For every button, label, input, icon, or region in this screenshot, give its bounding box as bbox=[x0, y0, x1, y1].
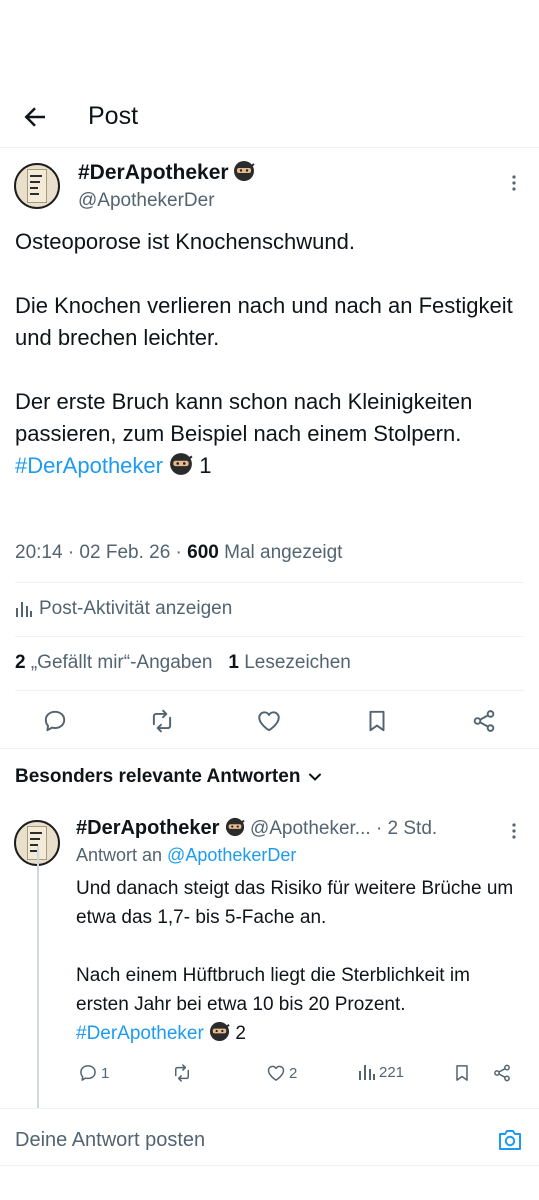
reply-reply-button[interactable]: 1 bbox=[78, 1063, 109, 1083]
reply-timestamp: · 2 Std. bbox=[375, 818, 438, 839]
bookmarks-label[interactable]: Lesezeichen bbox=[244, 652, 351, 673]
reply-bookmark-button[interactable] bbox=[452, 1063, 472, 1083]
post-hashtag-line: #DerApotheker 1 bbox=[15, 450, 520, 482]
reply-paragraph: Nach einem Hüftbruch liegt die Sterblich… bbox=[76, 965, 470, 1015]
thread-index: 2 bbox=[235, 1023, 246, 1044]
reply-hashtag-line: #DerApotheker 2 bbox=[76, 1019, 516, 1048]
likes-count[interactable]: 2 bbox=[15, 652, 26, 673]
share-icon bbox=[492, 1063, 512, 1083]
reply-more-options-icon[interactable] bbox=[511, 822, 517, 840]
thread-connector bbox=[37, 846, 39, 1108]
bookmark-icon bbox=[452, 1063, 472, 1083]
like-icon[interactable] bbox=[256, 708, 282, 734]
page-title: Post bbox=[88, 102, 139, 130]
hashtag-link[interactable]: #DerApotheker bbox=[76, 1023, 204, 1044]
like-count: 2 bbox=[289, 1064, 298, 1082]
reply-input[interactable]: Deine Antwort posten bbox=[15, 1129, 205, 1152]
reply-paragraph bbox=[76, 932, 516, 961]
top-app-bar: Post bbox=[0, 90, 539, 148]
section-title: Besonders relevante Antworten bbox=[15, 766, 301, 787]
divider bbox=[15, 636, 524, 637]
reply-composer[interactable]: Deine Antwort posten bbox=[0, 1108, 539, 1166]
reply-header: #DerApotheker @Apotheker... · 2 Std. bbox=[76, 817, 437, 840]
reply-count: 1 bbox=[101, 1064, 110, 1082]
thread-index: 1 bbox=[199, 453, 212, 478]
post-paragraph bbox=[15, 354, 520, 386]
share-icon[interactable] bbox=[471, 708, 497, 734]
view-count: 221 bbox=[379, 1063, 405, 1081]
analytics-icon bbox=[15, 600, 33, 618]
more-options-icon[interactable] bbox=[511, 174, 517, 192]
reply-icon bbox=[78, 1063, 98, 1083]
reply-sort-dropdown[interactable]: Besonders relevante Antworten bbox=[15, 766, 322, 788]
post-stats: 2 „Gefällt mir“-Angaben 1 Lesezeichen bbox=[15, 652, 351, 674]
likes-label[interactable]: „Gefällt mir“-Angaben bbox=[31, 652, 213, 673]
reply-like-button[interactable]: 2 bbox=[266, 1063, 297, 1083]
hashtag-link[interactable]: #DerApotheker bbox=[15, 453, 163, 478]
reply-repost-button[interactable] bbox=[172, 1063, 195, 1083]
reply-share-button[interactable] bbox=[492, 1063, 512, 1083]
activity-label: Post-Aktivität anzeigen bbox=[39, 598, 233, 619]
post-paragraph: Der erste Bruch kann schon nach Kleinigk… bbox=[15, 389, 473, 446]
post-body: Osteoporose ist Knochenschwund. Die Knoc… bbox=[15, 226, 520, 482]
repost-icon bbox=[172, 1063, 192, 1083]
post-paragraph bbox=[15, 258, 520, 290]
post-activity-link[interactable]: Post-Aktivität anzeigen bbox=[15, 598, 232, 620]
bookmarks-count[interactable]: 1 bbox=[228, 652, 239, 673]
author-avatar[interactable] bbox=[14, 163, 60, 209]
chevron-down-icon bbox=[308, 770, 322, 784]
ninja-emoji-icon bbox=[209, 1021, 230, 1042]
post-paragraph: Die Knochen verlieren nach und nach an F… bbox=[15, 293, 513, 350]
like-icon bbox=[266, 1063, 286, 1083]
back-arrow-icon[interactable] bbox=[20, 102, 50, 132]
reply-author-handle[interactable]: @Apotheker... bbox=[250, 818, 371, 839]
repost-icon[interactable] bbox=[149, 708, 175, 734]
ninja-emoji-icon bbox=[233, 160, 255, 182]
camera-icon[interactable] bbox=[497, 1128, 523, 1152]
author-handle[interactable]: @ApothekerDer bbox=[78, 190, 215, 212]
post-meta: 20:14 · 02 Feb. 26 · 600 Mal angezeigt bbox=[15, 542, 342, 564]
bookmark-icon[interactable] bbox=[364, 708, 390, 734]
reply-icon[interactable] bbox=[42, 708, 68, 734]
reply-author-name[interactable]: #DerApotheker bbox=[76, 817, 219, 839]
post-timestamp: 20:14 · 02 Feb. 26 · bbox=[15, 542, 188, 563]
divider bbox=[0, 748, 539, 749]
reply-body: Und danach steigt das Risiko für weitere… bbox=[76, 874, 516, 1048]
view-count: 600 bbox=[187, 542, 219, 563]
divider bbox=[15, 690, 524, 691]
author-name[interactable]: #DerApotheker bbox=[78, 160, 255, 185]
reply-to-line: Antwort an @ApothekerDer bbox=[76, 845, 297, 865]
analytics-icon bbox=[358, 1063, 376, 1081]
view-suffix: Mal angezeigt bbox=[218, 542, 343, 563]
reply-views-button[interactable]: 221 bbox=[358, 1063, 404, 1081]
divider bbox=[15, 582, 524, 583]
ninja-emoji-icon bbox=[225, 817, 245, 837]
reply-paragraph: Und danach steigt das Risiko für weitere… bbox=[76, 878, 514, 928]
ninja-emoji-icon bbox=[169, 452, 193, 476]
reply-to-handle-link[interactable]: @ApothekerDer bbox=[167, 845, 296, 865]
post-paragraph: Osteoporose ist Knochenschwund. bbox=[15, 229, 355, 254]
